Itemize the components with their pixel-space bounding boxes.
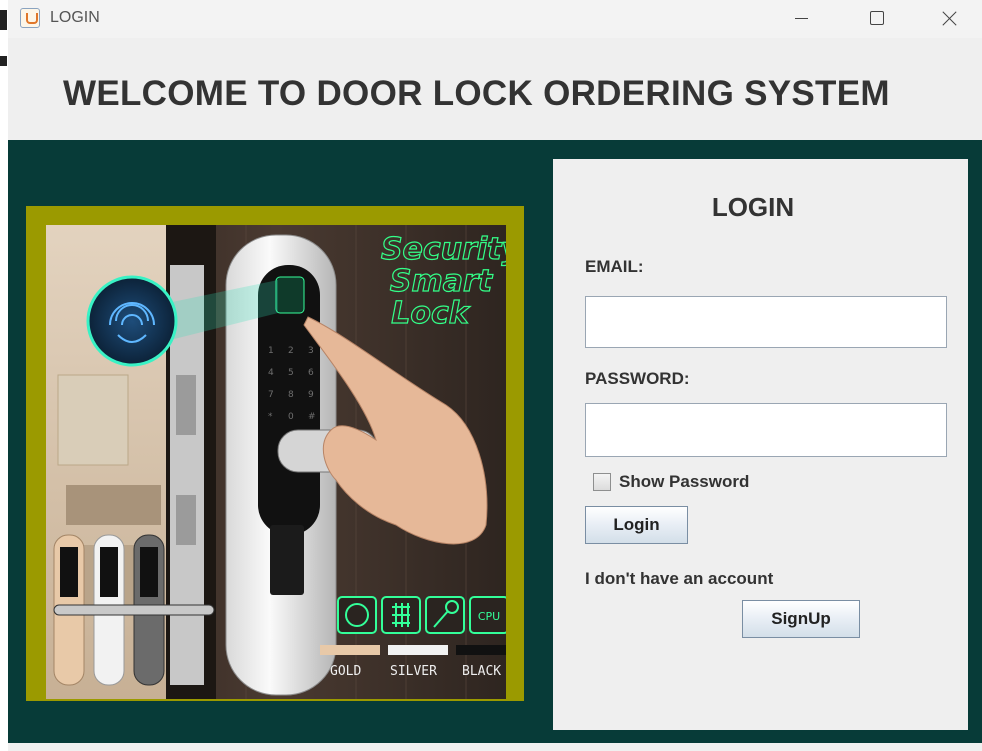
email-field[interactable] <box>585 296 947 348</box>
login-panel: LOGIN EMAIL: PASSWORD: Show Password Log… <box>553 159 968 730</box>
minimize-icon[interactable] <box>778 4 824 34</box>
login-title: LOGIN <box>711 192 795 222</box>
login-button[interactable]: Login <box>585 506 688 544</box>
product-image-frame: 1 2 3 4 5 6 7 8 9 * 0 # Securit Smart Lock CPU… <box>26 206 524 701</box>
svg-text:3: 3 <box>308 346 314 356</box>
no-account-text: I don't have an account <box>585 569 774 588</box>
show-password-label[interactable]: Show Password <box>619 472 749 492</box>
image-text-security: Security <box>381 232 506 267</box>
svg-text:6: 6 <box>308 368 314 378</box>
email-label: EMAIL: <box>585 257 644 276</box>
svg-text:8: 8 <box>288 390 294 400</box>
svg-text:5: 5 <box>288 368 294 378</box>
maximize-icon[interactable] <box>853 4 899 34</box>
password-label: PASSWORD: <box>585 369 690 388</box>
window-title: LOGIN <box>50 9 100 26</box>
java-app-icon <box>20 8 40 28</box>
main-panel: 1 2 3 4 5 6 7 8 9 * 0 # Securit Smart Lock CPU… <box>8 140 982 743</box>
swatch-black-label: BLACK <box>462 664 501 679</box>
product-image: 1 2 3 4 5 6 7 8 9 * 0 # Securit Smart Lock CPU… <box>46 225 506 699</box>
cpu-icon-label: CPU <box>478 610 500 623</box>
password-field[interactable] <box>585 403 947 457</box>
svg-text:4: 4 <box>268 368 274 378</box>
header-panel: WELCOME TO DOOR LOCK ORDERING SYSTEM <box>8 38 982 140</box>
svg-text:2: 2 <box>288 346 294 356</box>
login-window: LOGIN WELCOME TO DOOR LOCK ORDERING SYST… <box>8 0 982 751</box>
image-text-lock: Lock <box>391 296 471 331</box>
show-password-checkbox[interactable] <box>593 473 611 491</box>
title-bar: LOGIN <box>8 0 982 38</box>
swatch-gold-label: GOLD <box>330 664 361 679</box>
svg-text:7: 7 <box>268 390 274 400</box>
svg-text:*: * <box>268 412 273 422</box>
image-text-smart: Smart <box>390 264 494 299</box>
svg-text:1: 1 <box>268 346 274 356</box>
page-title: WELCOME TO DOOR LOCK ORDERING SYSTEM <box>63 74 890 113</box>
svg-text:0: 0 <box>288 412 294 422</box>
close-icon[interactable] <box>926 4 972 34</box>
svg-text:#: # <box>308 412 316 422</box>
swatch-silver-label: SILVER <box>390 664 437 679</box>
window-bottom-edge <box>578 743 982 751</box>
smart-lock-illustration: 1 2 3 4 5 6 7 8 9 * 0 # Securit Smart Lock CPU… <box>46 225 506 699</box>
signup-button[interactable]: SignUp <box>742 600 860 638</box>
svg-text:9: 9 <box>308 390 314 400</box>
